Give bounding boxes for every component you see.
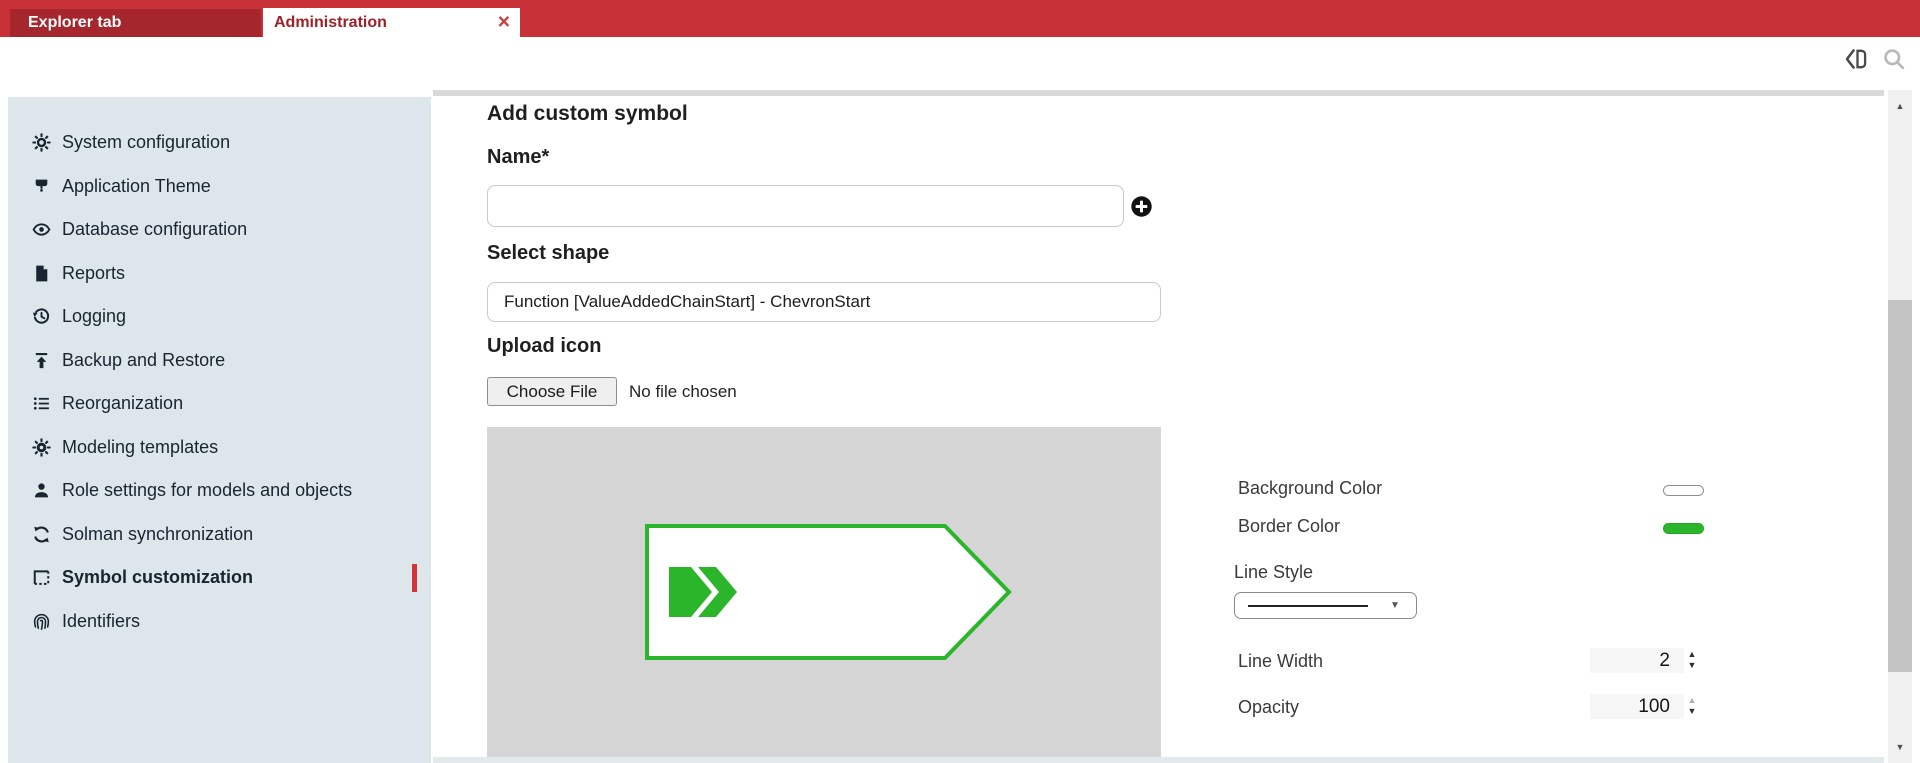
- fingerprint-icon: [32, 612, 51, 631]
- brush-icon: [32, 177, 51, 196]
- tab-administration[interactable]: Administration ×: [263, 8, 520, 37]
- scroll-down-icon[interactable]: ▼: [1888, 735, 1912, 759]
- line-style-label: Line Style: [1234, 562, 1313, 583]
- gear-solid-icon: [32, 438, 51, 457]
- list-icon: [32, 394, 51, 413]
- background-color-label: Background Color: [1238, 478, 1382, 499]
- scroll-up-icon[interactable]: ▲: [1888, 94, 1912, 118]
- sidebar-item-logging[interactable]: Logging: [8, 295, 431, 339]
- name-label: Name*: [487, 146, 549, 169]
- upload-icon: [32, 351, 51, 370]
- border-color-swatch[interactable]: [1663, 523, 1704, 534]
- tab-explorer[interactable]: Explorer tab: [10, 9, 261, 37]
- line-width-label: Line Width: [1238, 651, 1323, 672]
- scrollbar-thumb[interactable]: [1888, 300, 1912, 672]
- tab-explorer-label: Explorer tab: [28, 14, 121, 32]
- sidebar-item-backup-and-restore[interactable]: Backup and Restore: [8, 339, 431, 383]
- opacity-label: Opacity: [1238, 697, 1299, 718]
- sidebar-item-reorganization[interactable]: Reorganization: [8, 382, 431, 426]
- person-icon: [32, 481, 51, 500]
- gear-icon: [32, 133, 51, 152]
- choose-file-button[interactable]: Choose File: [487, 377, 617, 406]
- opacity-input[interactable]: 100: [1590, 694, 1684, 719]
- close-tab-icon[interactable]: ×: [498, 11, 510, 32]
- admin-sidebar: System configuration Application Theme D…: [8, 97, 431, 763]
- name-input[interactable]: [487, 185, 1124, 227]
- sync-icon: [32, 525, 51, 544]
- eye-icon: [32, 220, 51, 239]
- sidebar-item-solman-synchronization[interactable]: Solman synchronization: [8, 513, 431, 557]
- tab-bar: Explorer tab Administration ×: [0, 0, 1920, 37]
- sidebar-item-application-theme[interactable]: Application Theme: [8, 165, 431, 209]
- sidebar-item-modeling-templates[interactable]: Modeling templates: [8, 426, 431, 470]
- sidebar-item-role-settings-for-models-and-objects[interactable]: Role settings for models and objects: [8, 469, 431, 513]
- solid-line-sample: [1248, 605, 1368, 607]
- line-width-stepper: ▲ ▼: [1684, 649, 1700, 671]
- sidebar-item-database-configuration[interactable]: Database configuration: [8, 208, 431, 252]
- toolbar: [0, 37, 1920, 90]
- page-title: Add custom symbol: [487, 102, 688, 126]
- opacity-stepper: ▲ ▼: [1684, 695, 1700, 717]
- administration-window: Explorer tab Administration ×: [0, 0, 1920, 763]
- line-width-up-icon[interactable]: ▲: [1688, 649, 1697, 660]
- opacity-up-icon[interactable]: ▲: [1688, 695, 1697, 706]
- sidebar-item-symbol-customization[interactable]: Symbol customization: [8, 556, 431, 600]
- add-symbol-button[interactable]: [1131, 196, 1152, 217]
- selected-item-indicator: [412, 564, 417, 592]
- file-status-text: No file chosen: [629, 382, 737, 402]
- line-width-input[interactable]: 2: [1590, 648, 1684, 673]
- line-style-dropdown[interactable]: ▼: [1234, 592, 1417, 619]
- search-icon[interactable]: [1881, 46, 1907, 72]
- horizontal-scrollbar[interactable]: [433, 757, 1884, 763]
- sidebar-item-reports[interactable]: Reports: [8, 252, 431, 296]
- chevron-start-symbol: [645, 523, 1012, 661]
- symbol-preview-canvas: [487, 427, 1161, 757]
- chevron-down-icon: ▼: [1390, 600, 1400, 611]
- background-color-swatch[interactable]: [1663, 485, 1704, 496]
- select-shape-label: Select shape: [487, 242, 609, 265]
- sidebar-item-system-configuration[interactable]: System configuration: [8, 121, 431, 165]
- select-shape-input[interactable]: [487, 282, 1161, 322]
- border-color-label: Border Color: [1238, 516, 1340, 537]
- upload-icon-label: Upload icon: [487, 335, 601, 358]
- tab-administration-label: Administration: [274, 14, 387, 32]
- history-icon: [32, 307, 51, 326]
- document-icon: [32, 264, 51, 283]
- sidebar-item-identifiers[interactable]: Identifiers: [8, 600, 431, 644]
- shape-icon: [32, 568, 51, 587]
- collapse-panel-icon[interactable]: [1844, 46, 1870, 72]
- opacity-down-icon[interactable]: ▼: [1688, 706, 1697, 717]
- vertical-scrollbar[interactable]: ▲ ▼: [1888, 90, 1912, 763]
- symbol-customization-panel: Add custom symbol Name* Select shape Upl…: [431, 96, 1884, 763]
- line-width-down-icon[interactable]: ▼: [1688, 660, 1697, 671]
